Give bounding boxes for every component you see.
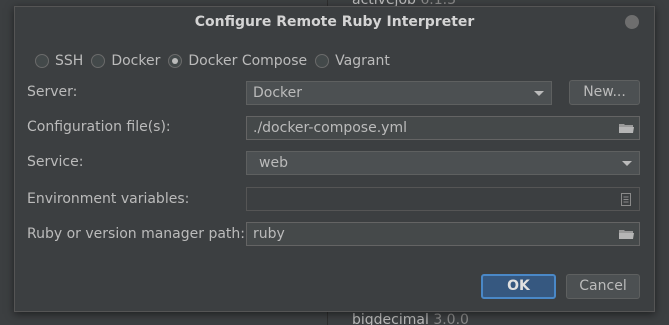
server-select[interactable]: Docker: [246, 81, 552, 105]
server-label: Server:: [27, 84, 78, 100]
radio-label: SSH: [55, 53, 84, 69]
env-vars-label: Environment variables:: [27, 191, 190, 207]
folder-icon[interactable]: [619, 229, 634, 240]
radio-label: Docker Compose: [188, 53, 308, 69]
ok-button[interactable]: OK: [481, 274, 556, 299]
config-files-field[interactable]: ./docker-compose.yml: [246, 116, 640, 140]
radio-vagrant[interactable]: Vagrant: [315, 53, 390, 69]
folder-icon[interactable]: [619, 123, 634, 134]
server-value: Docker: [253, 85, 303, 101]
config-files-value: ./docker-compose.yml: [253, 120, 407, 136]
dialog-title: Configure Remote Ruby Interpreter: [194, 14, 475, 30]
service-label: Service:: [27, 154, 84, 170]
radio-label: Docker: [111, 53, 161, 69]
radio-circle-icon[interactable]: [35, 54, 49, 68]
new-server-button[interactable]: New...: [569, 80, 640, 105]
cancel-button[interactable]: Cancel: [566, 274, 640, 299]
ruby-path-field[interactable]: ruby: [246, 222, 640, 246]
configure-interpreter-dialog: Configure Remote Ruby Interpreter SSH Do…: [14, 6, 655, 312]
gem-version: 3.0.0: [433, 312, 469, 325]
chevron-down-icon[interactable]: [622, 161, 632, 166]
radio-circle-icon[interactable]: [91, 54, 106, 68]
radio-selected-icon[interactable]: [168, 54, 183, 68]
document-icon[interactable]: [621, 193, 631, 206]
radio-docker[interactable]: Docker: [91, 53, 160, 69]
radio-ssh[interactable]: SSH: [35, 53, 83, 69]
radio-circle-icon[interactable]: [315, 54, 330, 68]
gem-list-item: bigdecimal 3.0.0: [352, 312, 469, 325]
ruby-path-value: ruby: [253, 226, 285, 242]
service-select[interactable]: web: [246, 151, 640, 175]
interpreter-type-radio-group: SSH Docker Docker Compose Vagrant: [35, 52, 398, 70]
gem-name: bigdecimal: [352, 312, 429, 325]
env-vars-field[interactable]: [246, 187, 640, 211]
radio-label: Vagrant: [335, 53, 390, 69]
config-files-label: Configuration file(s):: [27, 119, 171, 135]
radio-docker-compose[interactable]: Docker Compose: [168, 53, 307, 69]
ruby-path-label: Ruby or version manager path:: [27, 226, 246, 242]
close-icon[interactable]: [625, 15, 639, 29]
chevron-down-icon[interactable]: [534, 91, 544, 96]
service-value: web: [259, 155, 288, 171]
